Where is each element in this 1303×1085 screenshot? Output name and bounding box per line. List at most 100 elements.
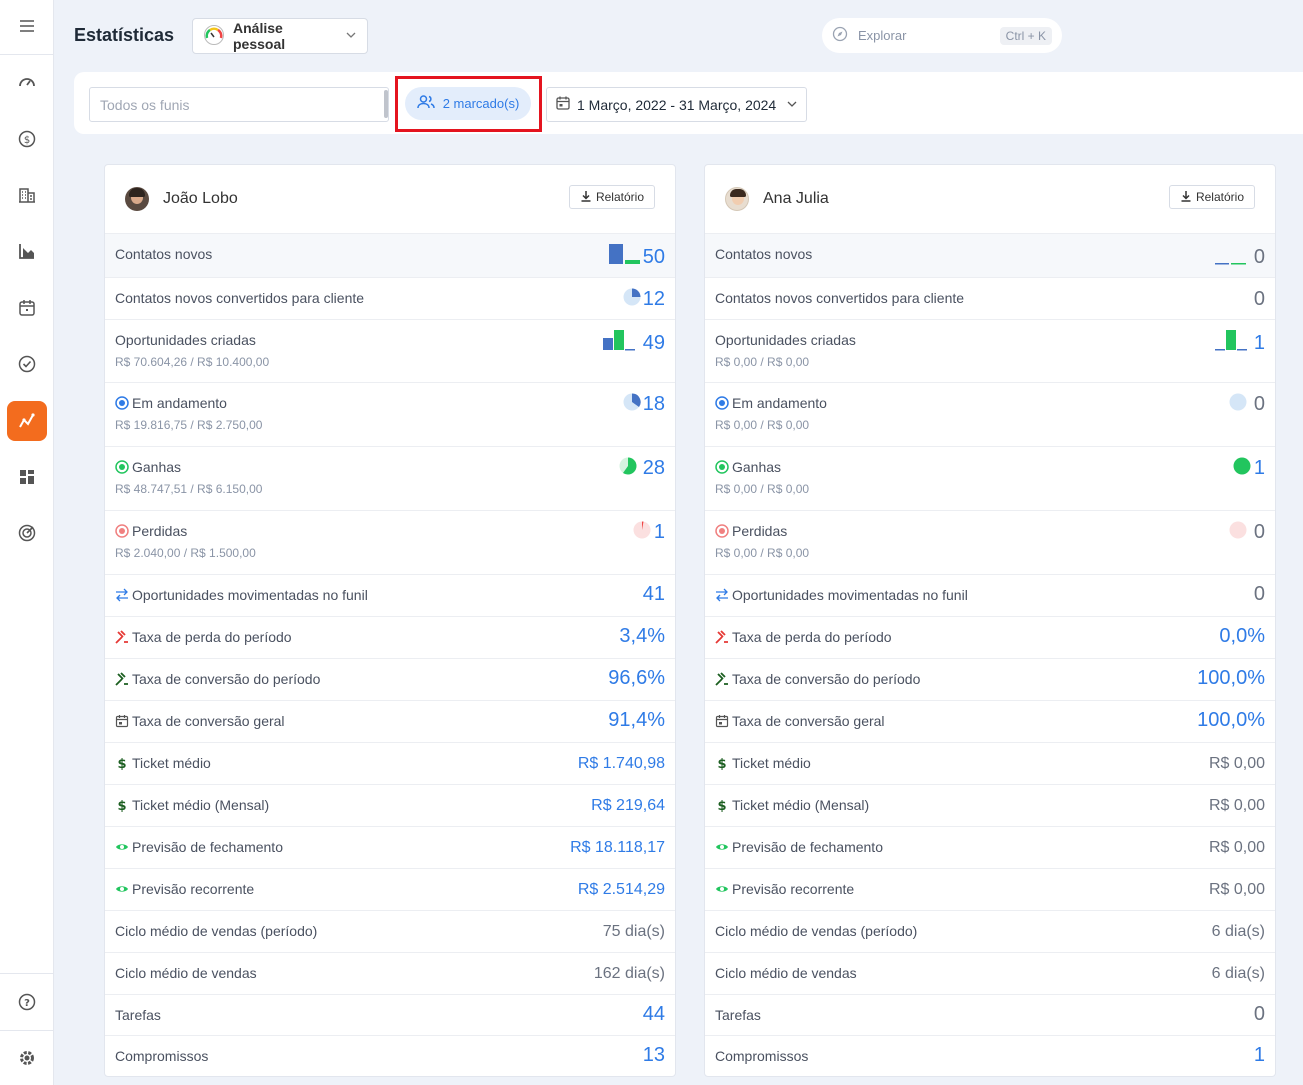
stat-value: R$ 18.118,17 [570, 839, 665, 856]
stat-value: 75 dia(s) [602, 923, 665, 940]
stat-label-text: Oportunidades movimentadas no funil [732, 587, 968, 603]
dollar-icon[interactable]: $ [7, 119, 47, 159]
stat-label-text: Ticket médio [732, 755, 811, 771]
help-icon[interactable]: ? [7, 982, 47, 1022]
stat-row-won: Ganhas R$ 0,00 / R$ 0,00 1 [705, 447, 1275, 511]
eye-icon [115, 840, 129, 854]
stat-label: Taxa de perda do período [715, 629, 892, 645]
stat-label: Taxa de conversão do período [115, 671, 320, 687]
swap-arrows-icon [715, 588, 729, 602]
stat-value: 1 [1253, 332, 1265, 354]
stat-row-closing-forecast: Previsão de fechamento R$ 18.118,17 [105, 827, 675, 869]
svg-text:$: $ [717, 799, 726, 812]
report-button-label: Relatório [595, 190, 644, 204]
date-range-label: 1 Março, 2022 - 31 Março, 2024 [577, 96, 777, 113]
stat-label: Compromissos [115, 1048, 209, 1064]
stat-row-sales-cycle-period: Ciclo médio de vendas (período) 6 dia(s) [705, 911, 1275, 953]
stat-row-appointments: Compromissos 1 [705, 1036, 1275, 1076]
mini-pie-chart [619, 457, 637, 475]
stat-value: 1 [1253, 457, 1265, 479]
radio-dot-icon [715, 524, 729, 538]
stat-row-moved-in-funnel: Oportunidades movimentadas no funil 0 [705, 575, 1275, 617]
stat-label: Ganhas [115, 459, 181, 475]
dollar-sign-icon: $ [115, 756, 129, 772]
mini-bar-chart [609, 244, 640, 264]
avatar [125, 187, 149, 211]
calendar-icon[interactable] [7, 288, 47, 328]
funnel-select-scrollbar[interactable] [384, 90, 388, 118]
analysis-type-dropdown[interactable]: Análise pessoal [192, 18, 368, 54]
stat-label: Contatos novos [115, 246, 213, 262]
filter-bar: Todos os funis 2 marcado(s) 1 Março, 202… [74, 72, 1303, 134]
stat-label: Taxa de conversão geral [115, 713, 285, 729]
dollar-sign-icon: $ [715, 798, 729, 814]
stat-label-text: Taxa de conversão do período [132, 671, 321, 687]
stat-value: 13 [642, 1044, 665, 1066]
stat-row-won: Ganhas R$ 48.747,51 / R$ 6.150,00 28 [105, 447, 675, 511]
funnel-select-placeholder: Todos os funis [100, 96, 190, 113]
funnel-stats-icon[interactable] [7, 401, 47, 441]
users-icon [416, 94, 435, 113]
stat-row-average-ticket-monthly: $ Ticket médio (Mensal) R$ 219,64 [105, 785, 675, 827]
stat-label: Oportunidades criadas [115, 332, 256, 348]
stat-label: Ciclo médio de vendas [115, 965, 257, 981]
widgets-icon[interactable] [7, 457, 47, 497]
svg-text:$: $ [717, 757, 726, 770]
eye-icon [115, 882, 129, 896]
mini-pie-chart [633, 521, 651, 539]
stat-row-recurring-forecast: Previsão recorrente R$ 2.514,29 [105, 869, 675, 911]
speedometer-icon [203, 24, 225, 49]
gavel-green-icon [715, 672, 729, 686]
chart-icon[interactable] [7, 231, 47, 271]
stat-label: Tarefas [115, 1007, 161, 1023]
stat-label-text: Previsão de fechamento [132, 839, 283, 855]
stat-label: Em andamento [715, 395, 827, 411]
stat-label: Contatos novos convertidos para cliente [115, 290, 365, 306]
stat-row-conversion-rate-overall: Taxa de conversão geral 100,0% [705, 701, 1275, 743]
stat-sublabel: R$ 19.816,75 / R$ 2.750,00 [115, 418, 263, 432]
target-icon[interactable] [7, 513, 47, 553]
stat-row-closing-forecast: Previsão de fechamento R$ 0,00 [705, 827, 1275, 869]
stat-value: 0,0% [1219, 625, 1265, 647]
report-button[interactable]: Relatório [568, 185, 655, 209]
stat-sublabel: R$ 0,00 / R$ 0,00 [715, 418, 810, 432]
stat-value: 91,4% [608, 709, 665, 731]
stat-label-text: Taxa de conversão geral [132, 713, 285, 729]
stat-value: R$ 2.514,29 [577, 881, 665, 898]
sidebar-divider [0, 973, 54, 974]
stat-value: R$ 1.740,98 [577, 755, 665, 772]
check-circle-icon[interactable] [7, 344, 47, 384]
stat-label: Previsão recorrente [715, 881, 854, 897]
swap-arrows-icon [115, 588, 129, 602]
stat-label-text: Taxa de perda do período [132, 629, 292, 645]
eye-icon [715, 882, 729, 896]
users-selected-chip[interactable]: 2 marcado(s) [405, 87, 531, 120]
sidebar-divider [0, 1030, 54, 1031]
svg-text:$: $ [117, 799, 126, 812]
stat-row-loss-rate: Taxa de perda do período 0,0% [705, 617, 1275, 659]
stat-label: Oportunidades criadas [715, 332, 856, 348]
stat-row-moved-in-funnel: Oportunidades movimentadas no funil 41 [105, 575, 675, 617]
stat-label-text: Ganhas [732, 459, 782, 475]
analysis-type-label: Análise pessoal [233, 20, 286, 52]
explore-search[interactable]: Explorar Ctrl + K [822, 18, 1062, 53]
download-icon [1180, 190, 1192, 205]
sidebar: $ ? [0, 0, 54, 1085]
settings-icon[interactable] [7, 1038, 47, 1078]
stat-label-text: Previsão recorrente [132, 881, 255, 897]
svg-text:$: $ [117, 757, 126, 770]
date-range-picker[interactable]: 1 Março, 2022 - 31 Março, 2024 [546, 87, 807, 122]
stat-value: 44 [642, 1003, 665, 1025]
stat-label: Taxa de perda do período [115, 629, 292, 645]
stat-row-loss-rate: Taxa de perda do período 3,4% [105, 617, 675, 659]
menu-icon[interactable] [7, 6, 47, 46]
radio-dot-icon [115, 524, 129, 538]
stat-row-lost: Perdidas R$ 0,00 / R$ 0,00 0 [705, 511, 1275, 575]
funnel-select[interactable]: Todos os funis [89, 87, 389, 122]
buildings-icon[interactable] [7, 175, 47, 215]
stat-row-appointments: Compromissos 13 [105, 1036, 675, 1076]
dashboard-icon[interactable] [7, 62, 47, 102]
stat-value: 6 dia(s) [1211, 923, 1265, 940]
report-button[interactable]: Relatório [1168, 185, 1255, 209]
stat-value: R$ 0,00 [1208, 797, 1265, 814]
